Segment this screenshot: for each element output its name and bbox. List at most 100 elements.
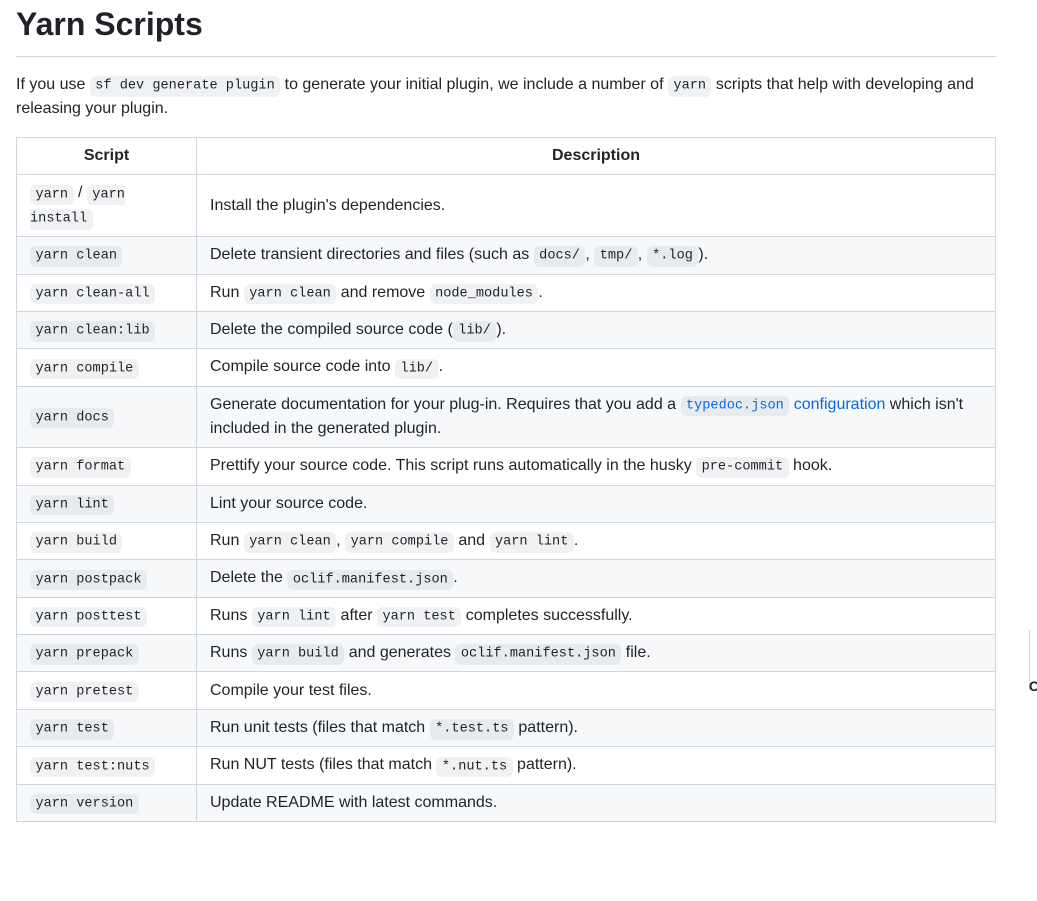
text-span: Run: [210, 284, 244, 301]
script-cell: yarn lint: [17, 485, 197, 522]
script-cell: yarn format: [17, 448, 197, 485]
script-cell: yarn clean: [17, 237, 197, 274]
inline-code: yarn compile: [345, 532, 454, 552]
inline-code: *.log: [647, 246, 699, 266]
text-span: .: [538, 284, 542, 301]
text-span: Update README with latest commands.: [210, 794, 497, 811]
intro-paragraph: If you use sf dev generate plugin to gen…: [16, 73, 996, 121]
intro-text-mid: to generate your initial plugin, we incl…: [280, 76, 668, 93]
inline-code: yarn format: [30, 457, 131, 477]
page-title: Yarn Scripts: [16, 0, 996, 57]
inline-code: yarn: [30, 185, 74, 205]
text-span: Run: [210, 532, 244, 549]
text-span: Install the plugin's dependencies.: [210, 197, 445, 214]
inline-code: yarn pretest: [30, 682, 139, 702]
script-cell: yarn prepack: [17, 635, 197, 672]
text-span: ,: [638, 246, 647, 263]
script-cell: yarn clean-all: [17, 274, 197, 311]
inline-code: yarn lint: [30, 495, 114, 515]
table-row: yarn / yarn installInstall the plugin's …: [17, 175, 996, 237]
text-span: Delete the compiled source code (: [210, 321, 453, 338]
main-content: Yarn Scripts If you use sf dev generate …: [0, 0, 1012, 854]
table-row: yarn clean Delete transient directories a…: [17, 237, 996, 274]
description-cell: Delete the compiled source code (lib/).: [197, 311, 996, 348]
inline-code: yarn build: [252, 644, 344, 664]
header-description: Description: [197, 138, 996, 175]
text-span: Runs: [210, 607, 252, 624]
script-cell: yarn build: [17, 522, 197, 559]
text-span: Compile your test files.: [210, 682, 372, 699]
text-span: ).: [496, 321, 506, 338]
script-cell: yarn compile: [17, 349, 197, 386]
table-row: yarn build Run yarn clean, yarn compile a…: [17, 522, 996, 559]
text-span: Delete transient directories and files (…: [210, 246, 534, 263]
table-header-row: Script Description: [17, 138, 996, 175]
intro-text-pre: If you use: [16, 76, 90, 93]
inline-code: yarn clean: [244, 284, 336, 304]
typedoc-config-link[interactable]: configuration: [789, 396, 885, 413]
script-cell: yarn posttest: [17, 597, 197, 634]
inline-code: yarn postpack: [30, 570, 147, 590]
script-cell: yarn test:nuts: [17, 747, 197, 784]
inline-code: yarn lint: [252, 607, 336, 627]
table-row: yarn version Update README with latest co…: [17, 784, 996, 821]
inline-code: yarn docs: [30, 408, 114, 428]
description-cell: Delete the oclif.manifest.json.: [197, 560, 996, 597]
inline-code: yarn version: [30, 794, 139, 814]
description-cell: Delete transient directories and files (…: [197, 237, 996, 274]
table-row: yarn format Prettify your source code. Th…: [17, 448, 996, 485]
table-row: yarn pretest Compile your test files.: [17, 672, 996, 709]
text-span: Run unit tests (files that match: [210, 719, 430, 736]
text-span: /: [74, 184, 87, 201]
inline-code: yarn test: [30, 719, 114, 739]
description-cell: Install the plugin's dependencies.: [197, 175, 996, 237]
inline-code: yarn compile: [30, 359, 139, 379]
text-span: ).: [698, 246, 708, 263]
inline-code: oclif.manifest.json: [455, 644, 621, 664]
description-cell: Prettify your source code. This script r…: [197, 448, 996, 485]
description-cell: Run yarn clean, yarn compile and yarn li…: [197, 522, 996, 559]
right-edge-char: C: [1029, 676, 1037, 697]
script-cell: yarn test: [17, 709, 197, 746]
text-span: ,: [336, 532, 345, 549]
inline-code: yarn clean-all: [30, 284, 155, 304]
description-cell: Compile source code into lib/.: [197, 349, 996, 386]
text-span: .: [439, 358, 443, 375]
script-cell: yarn docs: [17, 386, 197, 447]
intro-code-2: yarn: [668, 76, 712, 96]
text-span: hook.: [789, 457, 833, 474]
script-cell: yarn postpack: [17, 560, 197, 597]
text-span: pattern).: [514, 719, 578, 736]
inline-code: yarn build: [30, 532, 122, 552]
table-row: yarn test Run unit tests (files that matc…: [17, 709, 996, 746]
inline-code: *.test.ts: [430, 719, 514, 739]
inline-code: yarn clean: [244, 532, 336, 552]
text-span: Compile source code into: [210, 358, 395, 375]
table-row: yarn lint Lint your source code.: [17, 485, 996, 522]
inline-code: typedoc.json: [681, 396, 790, 416]
description-cell: Run NUT tests (files that match *.nut.ts…: [197, 747, 996, 784]
inline-code: lib/: [395, 359, 439, 379]
text-span: Run NUT tests (files that match: [210, 756, 436, 773]
text-span: pattern).: [513, 756, 577, 773]
table-row: yarn postpack Delete the oclif.manifest.j…: [17, 560, 996, 597]
table-row: yarn clean-allRun yarn clean and remove …: [17, 274, 996, 311]
header-script: Script: [17, 138, 197, 175]
description-cell: Run unit tests (files that match *.test.…: [197, 709, 996, 746]
table-row: yarn docs Generate documentation for your…: [17, 386, 996, 447]
text-span: Generate documentation for your plug-in.…: [210, 396, 681, 413]
text-span: Lint your source code.: [210, 495, 367, 512]
inline-code: oclif.manifest.json: [287, 570, 453, 590]
inline-code: yarn clean:lib: [30, 321, 155, 341]
description-cell: Compile your test files.: [197, 672, 996, 709]
typedoc-config-link[interactable]: typedoc.json: [681, 396, 790, 413]
text-span: Delete the: [210, 569, 287, 586]
inline-code: yarn prepack: [30, 644, 139, 664]
text-span: Prettify your source code. This script r…: [210, 457, 696, 474]
inline-code: tmp/: [594, 246, 638, 266]
inline-code: yarn lint: [490, 532, 574, 552]
table-row: yarn compile Compile source code into lib…: [17, 349, 996, 386]
script-cell: yarn pretest: [17, 672, 197, 709]
text-span: and: [454, 532, 490, 549]
text-span: and generates: [344, 644, 455, 661]
